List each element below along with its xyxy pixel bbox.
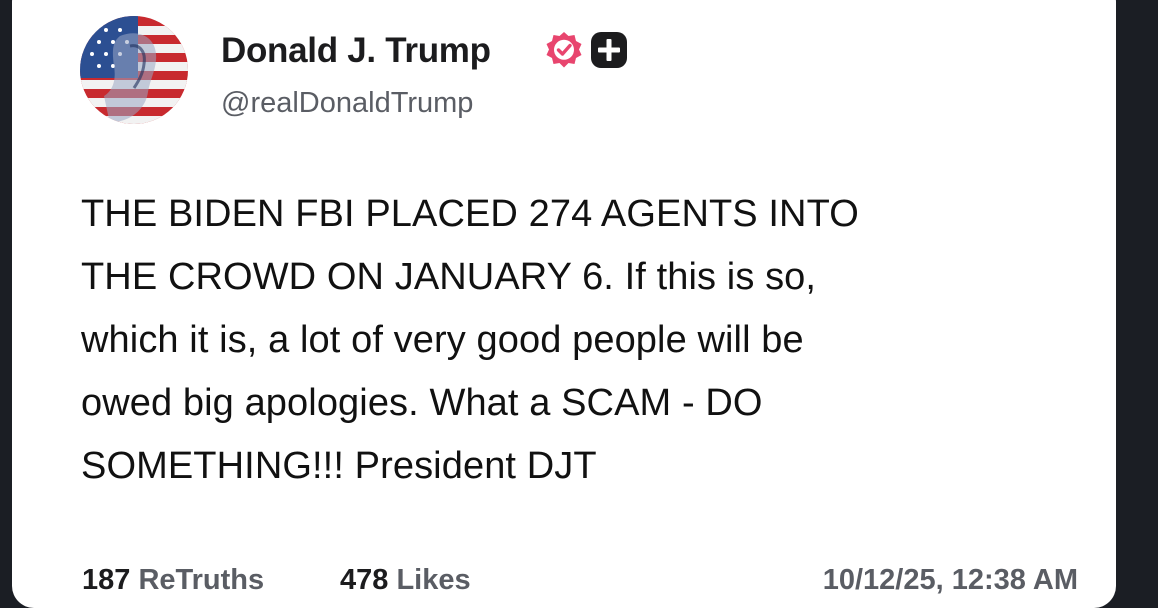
likes-stat[interactable]: 478 Likes [340,564,471,597]
verified-badge-icon [546,32,582,68]
post-text-line: THE CROWD ON JANUARY 6. If this is so, [81,256,817,298]
post-text-line: SOMETHING!!! President DJT [81,445,597,487]
post-card: Donald J. Trump @realDonaldTrump THE BID… [12,0,1116,608]
screen: Donald J. Trump @realDonaldTrump THE BID… [0,0,1158,608]
retruths-stat[interactable]: 187 ReTruths [82,564,264,597]
post-text-line: which it is, a lot of very good people w… [81,319,804,361]
handle[interactable]: @realDonaldTrump [221,87,473,120]
retruths-label: ReTruths [138,564,265,596]
post-text-line: owed big apologies. What a SCAM - DO [81,382,763,424]
post-body: THE BIDEN FBI PLACED 274 AGENTS INTO THE… [81,183,1081,498]
plus-square-icon[interactable] [590,31,628,69]
display-name[interactable]: Donald J. Trump [221,31,491,71]
post-timestamp: 10/12/25, 12:38 AM [822,564,1078,596]
likes-count: 478 [340,564,389,596]
avatar[interactable] [80,16,188,124]
retruths-count: 187 [82,564,131,596]
post-text-line: THE BIDEN FBI PLACED 274 AGENTS INTO [81,193,859,235]
likes-label: Likes [396,564,471,596]
avatar-image [80,16,188,124]
